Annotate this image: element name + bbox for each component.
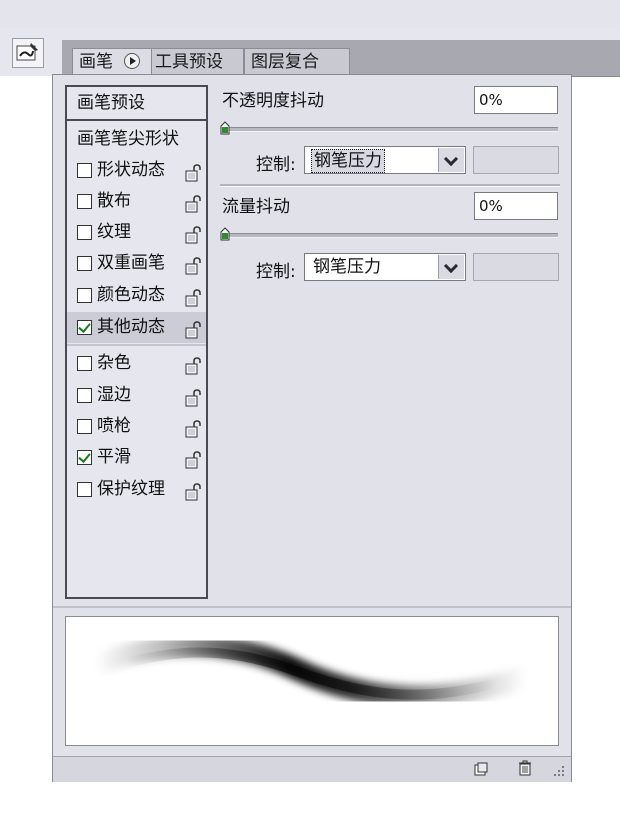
lock-icon[interactable] [185, 287, 201, 307]
option-checkbox[interactable] [77, 256, 92, 271]
option-checkbox[interactable] [77, 419, 92, 434]
opacity-control-label: 控制: [256, 155, 296, 175]
trash-icon[interactable] [518, 760, 532, 776]
option-label: 湿边 [97, 385, 131, 405]
lock-icon[interactable] [185, 355, 201, 375]
divider [220, 184, 560, 187]
divider [53, 606, 571, 608]
flow-control-select[interactable]: 钢笔压力 [304, 253, 466, 281]
new-brush-icon[interactable] [474, 762, 488, 776]
brush-option-row[interactable]: 保护纹理 [67, 474, 206, 505]
option-checkbox[interactable] [77, 225, 92, 240]
brush-option-row[interactable]: 其他动态 [67, 312, 206, 343]
option-label: 散布 [97, 191, 131, 211]
flow-control-label: 控制: [256, 262, 296, 282]
lock-icon[interactable] [185, 449, 201, 469]
opacity-control-select[interactable]: 钢笔压力 [304, 146, 466, 174]
option-label: 杂色 [97, 353, 131, 373]
option-label: 形状动态 [97, 160, 165, 180]
brush-option-row[interactable]: 喷枪 [67, 411, 206, 442]
brush-option-row[interactable]: 双重画笔 [67, 248, 206, 279]
opacity-jitter-input[interactable] [474, 86, 558, 114]
option-checkbox[interactable] [77, 450, 92, 465]
title-bar-strip [0, 0, 620, 29]
play-circle-icon[interactable] [124, 53, 140, 69]
brush-option-row[interactable]: 平滑 [67, 442, 206, 473]
option-label: 平滑 [97, 447, 131, 467]
option-label: 其他动态 [97, 317, 165, 337]
brush-stroke-preview [65, 616, 559, 746]
divider [67, 344, 206, 346]
lock-icon[interactable] [185, 418, 201, 438]
brush-presets-item[interactable]: 画笔预设 [67, 87, 206, 121]
option-checkbox[interactable] [77, 194, 92, 209]
chevron-down-icon[interactable] [438, 148, 464, 172]
tab-brushes[interactable]: 画笔 [72, 48, 152, 74]
option-label: 保护纹理 [97, 479, 165, 499]
opacity-jitter-slider[interactable] [222, 127, 558, 132]
brush-tip-shape-item[interactable]: 画笔笔尖形状 [67, 124, 206, 154]
flow-control-amount-field [473, 253, 559, 281]
option-label: 纹理 [97, 222, 131, 242]
lock-icon[interactable] [185, 481, 201, 501]
option-label: 双重画笔 [97, 253, 165, 273]
option-checkbox[interactable] [77, 356, 92, 371]
chevron-down-icon[interactable] [438, 255, 464, 279]
lock-icon[interactable] [185, 387, 201, 407]
opacity-control-amount-field [473, 146, 559, 174]
brush-option-row[interactable]: 颜色动态 [67, 280, 206, 311]
brush-palette-icon[interactable] [12, 38, 44, 68]
option-label: 喷枪 [97, 416, 131, 436]
brush-option-row[interactable]: 散布 [67, 186, 206, 217]
lock-icon[interactable] [185, 319, 201, 339]
opacity-jitter-slider-thumb[interactable] [220, 121, 230, 135]
option-checkbox[interactable] [77, 288, 92, 303]
option-checkbox[interactable] [77, 482, 92, 497]
flow-control-value: 钢笔压力 [313, 257, 381, 277]
flow-jitter-input[interactable] [474, 192, 558, 220]
brush-option-row[interactable]: 形状动态 [67, 155, 206, 186]
lock-icon[interactable] [185, 255, 201, 275]
opacity-control-value: 钢笔压力 [311, 149, 385, 173]
tab-tool-presets[interactable]: 工具预设 [148, 48, 244, 74]
brush-option-row[interactable]: 纹理 [67, 217, 206, 248]
lock-icon[interactable] [185, 224, 201, 244]
option-checkbox[interactable] [77, 163, 92, 178]
lock-icon[interactable] [185, 162, 201, 182]
flow-jitter-label: 流量抖动 [222, 197, 290, 217]
brush-option-row[interactable]: 杂色 [67, 348, 206, 379]
brush-option-row[interactable]: 湿边 [67, 380, 206, 411]
lock-icon[interactable] [185, 193, 201, 213]
brush-stroke-image [85, 634, 537, 708]
option-label: 颜色动态 [97, 285, 165, 305]
tab-layer-comps[interactable]: 图层复合 [244, 48, 350, 74]
panel-bottom-bar [53, 756, 571, 782]
flow-jitter-slider[interactable] [222, 233, 558, 238]
resize-grip-icon[interactable] [552, 764, 566, 778]
option-checkbox[interactable] [77, 320, 92, 335]
opacity-jitter-label: 不透明度抖动 [222, 91, 324, 111]
option-checkbox[interactable] [77, 388, 92, 403]
flow-jitter-slider-thumb[interactable] [220, 227, 230, 241]
